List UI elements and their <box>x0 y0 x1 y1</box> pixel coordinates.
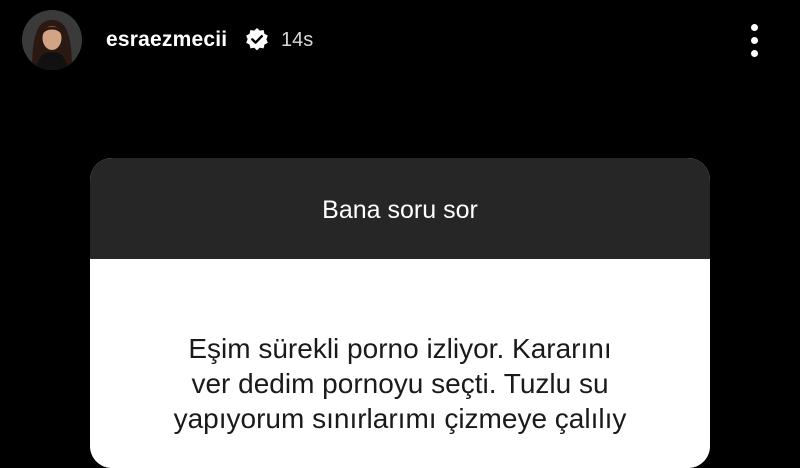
story-timestamp: 14s <box>281 29 314 51</box>
more-dot <box>751 50 758 57</box>
more-dot <box>751 37 758 44</box>
more-vertical-icon <box>751 24 758 31</box>
verified-badge-icon <box>246 28 268 51</box>
question-prompt: Bana soru sor <box>322 196 478 224</box>
story-header: esraezmecii 14s <box>0 0 800 80</box>
question-sticker-header: Bana soru sor <box>90 158 710 259</box>
question-answer-text: Eşim sürekli porno izliyor. Kararını ver… <box>173 333 627 434</box>
question-sticker[interactable]: Bana soru sor Eşim sürekli porno izliyor… <box>90 158 710 468</box>
more-options-button[interactable] <box>740 20 770 60</box>
question-sticker-body: Eşim sürekli porno izliyor. Kararını ver… <box>90 259 710 468</box>
profile-avatar[interactable] <box>22 10 82 70</box>
username[interactable]: esraezmecii <box>106 28 227 52</box>
